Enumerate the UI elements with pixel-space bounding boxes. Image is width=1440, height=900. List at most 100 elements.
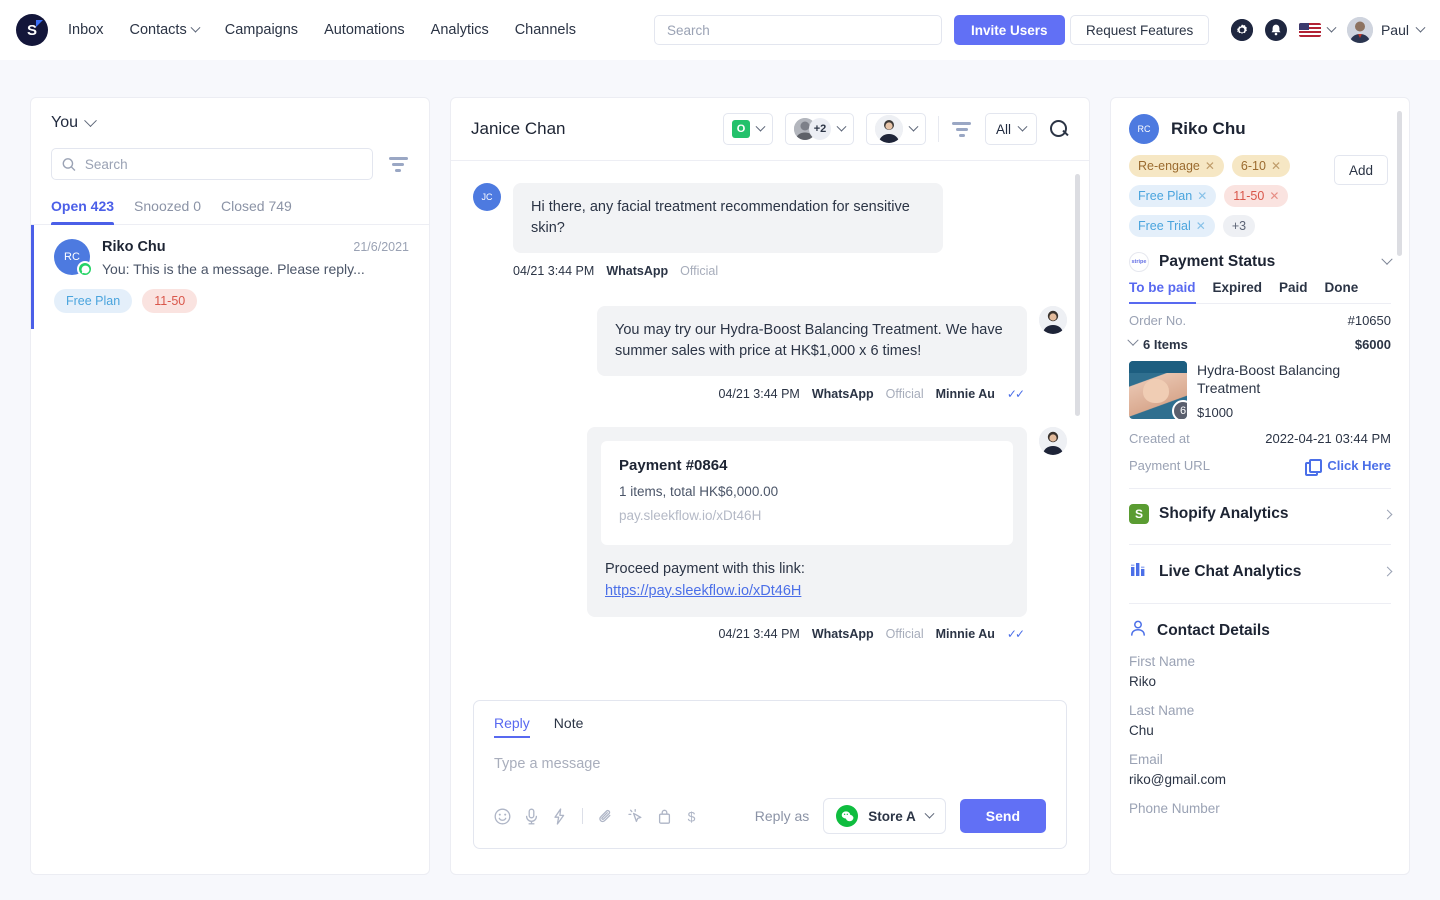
nav-right-cluster: Paul [1231,0,1424,60]
tab-reply[interactable]: Reply [494,715,530,738]
tag-free-trial[interactable]: Free Trial✕ [1129,215,1215,237]
tag-free-plan[interactable]: Free Plan ✕ [1129,185,1216,207]
tab-note[interactable]: Note [554,715,584,738]
status-selector[interactable]: O [723,113,773,145]
bell-icon[interactable] [1265,19,1287,41]
paperclip-icon[interactable] [598,808,614,825]
assignee-selector[interactable] [866,113,926,145]
chevron-down-icon [909,121,919,131]
tab-to-be-paid[interactable]: To be paid [1129,280,1196,303]
gear-icon[interactable] [1231,19,1253,41]
close-icon[interactable]: ✕ [1196,219,1206,233]
add-tag-button[interactable]: Add [1334,155,1388,185]
logo-accent-triangle [36,20,43,27]
chevron-right-icon[interactable] [1383,509,1393,519]
tab-paid[interactable]: Paid [1279,280,1308,303]
shopping-bag-icon[interactable] [657,808,672,825]
order-items-row[interactable]: 6 Items $6000 [1129,331,1391,355]
field-value[interactable]: Riko [1129,674,1391,689]
composer-tabs: Reply Note [494,715,1046,738]
request-features-button[interactable]: Request Features [1070,15,1209,45]
tag-6-10[interactable]: 6-10✕ [1232,155,1290,177]
avatar: RC [1129,114,1159,144]
reply-as-label: Reply as [755,808,809,824]
language-selector[interactable] [1299,23,1335,37]
close-icon[interactable]: ✕ [1269,189,1279,203]
tag-chip[interactable]: Free Plan [54,289,132,313]
tag-11-50[interactable]: 11-50✕ [1224,185,1288,207]
invite-users-button[interactable]: Invite Users [954,15,1065,45]
close-icon[interactable]: ✕ [1205,159,1215,173]
tab-snoozed[interactable]: Snoozed 0 [134,198,201,224]
global-search-input[interactable] [667,23,929,38]
chevron-down-icon [84,114,97,127]
items-toggle[interactable]: 6 Items [1129,337,1188,352]
contact-field-phone-number: Phone Number [1129,801,1391,816]
emoji-icon[interactable] [494,808,511,825]
tab-done[interactable]: Done [1325,280,1359,303]
nav-item-inbox[interactable]: Inbox [68,22,103,38]
avatar: RC [54,239,90,275]
field-value[interactable]: Chu [1129,723,1391,738]
chevron-right-icon[interactable] [1383,567,1393,577]
tab-open[interactable]: Open 423 [51,198,114,224]
inbox-owner-selector[interactable]: You [51,114,409,132]
nav-item-channels[interactable]: Channels [515,22,576,38]
conversation-search-row [51,148,409,180]
status-badge: O [732,120,750,138]
field-value[interactable]: riko@gmail.com [1129,772,1391,787]
conversation-search-box[interactable] [51,148,373,180]
whatsapp-icon [77,261,93,277]
microphone-icon[interactable] [524,808,539,825]
copy-icon[interactable] [1305,459,1319,473]
user-menu[interactable]: Paul [1347,17,1424,43]
tag-label: Re-engage [1138,159,1200,173]
close-icon[interactable]: ✕ [1271,159,1281,173]
payment-status-section-header[interactable]: stripe Payment Status [1129,237,1391,280]
contact-field-last-name: Last Name Chu [1129,703,1391,738]
close-icon[interactable]: ✕ [1197,189,1207,203]
message-time: 04/21 3:44 PM [719,387,800,401]
main-nav-links: Inbox Contacts Campaigns Automations Ana… [68,22,576,38]
top-navigation-bar: S Inbox Contacts Campaigns Automations A… [0,0,1440,60]
tab-closed[interactable]: Closed 749 [221,198,292,224]
chevron-down-icon[interactable] [1381,254,1392,265]
collaborators-selector[interactable]: +2 [785,113,854,145]
payment-card[interactable]: Payment #0864 1 items, total HK$6,000.00… [601,441,1013,545]
message-input[interactable]: Type a message [494,738,1046,798]
global-search-box[interactable] [654,15,942,45]
tab-expired[interactable]: Expired [1213,280,1263,303]
nav-item-contacts[interactable]: Contacts [129,22,198,38]
quick-reply-icon[interactable] [627,808,644,825]
nav-item-analytics[interactable]: Analytics [431,22,489,38]
field-label: Last Name [1129,703,1391,718]
contact-name: Riko Chu [1171,119,1246,139]
nav-item-automations[interactable]: Automations [324,22,405,38]
message-filter-selector[interactable]: All [985,113,1037,145]
chat-scrollbar[interactable] [1075,174,1080,416]
search-icon[interactable] [1049,119,1069,139]
payment-url-action[interactable]: Click Here [1327,458,1391,473]
conversation-list-item[interactable]: RC Riko Chu 21/6/2021 You: This is the a… [31,225,429,329]
tag-label: Free Plan [1138,189,1192,203]
contact-field-email: Email riko@gmail.com [1129,752,1391,787]
tag-overflow-count[interactable]: +3 [1223,215,1255,237]
send-button[interactable]: Send [960,799,1046,833]
conversation-search-input[interactable] [85,157,362,172]
tag-re-engage[interactable]: Re-engage ✕ [1129,155,1224,177]
right-panel-scrollbar[interactable] [1397,111,1402,256]
dollar-icon[interactable]: $ [685,808,698,825]
nav-item-campaigns[interactable]: Campaigns [225,22,298,38]
app-logo[interactable]: S [16,14,48,46]
store-selector[interactable]: Store A [823,798,946,834]
lightning-icon[interactable] [552,808,567,825]
payment-link[interactable]: https://pay.sleekflow.io/xDt46H [605,581,1013,603]
payment-title: Payment #0864 [619,457,995,474]
payment-url-label: Payment URL [1129,458,1210,473]
live-chat-analytics-section[interactable]: Live Chat Analytics [1129,545,1391,591]
filter-icon[interactable] [387,155,409,173]
tag-chip[interactable]: 11-50 [142,289,197,313]
chevron-down-icon [756,121,766,131]
message-filter-icon[interactable] [951,120,973,138]
shopify-analytics-section[interactable]: S Shopify Analytics [1129,489,1391,532]
